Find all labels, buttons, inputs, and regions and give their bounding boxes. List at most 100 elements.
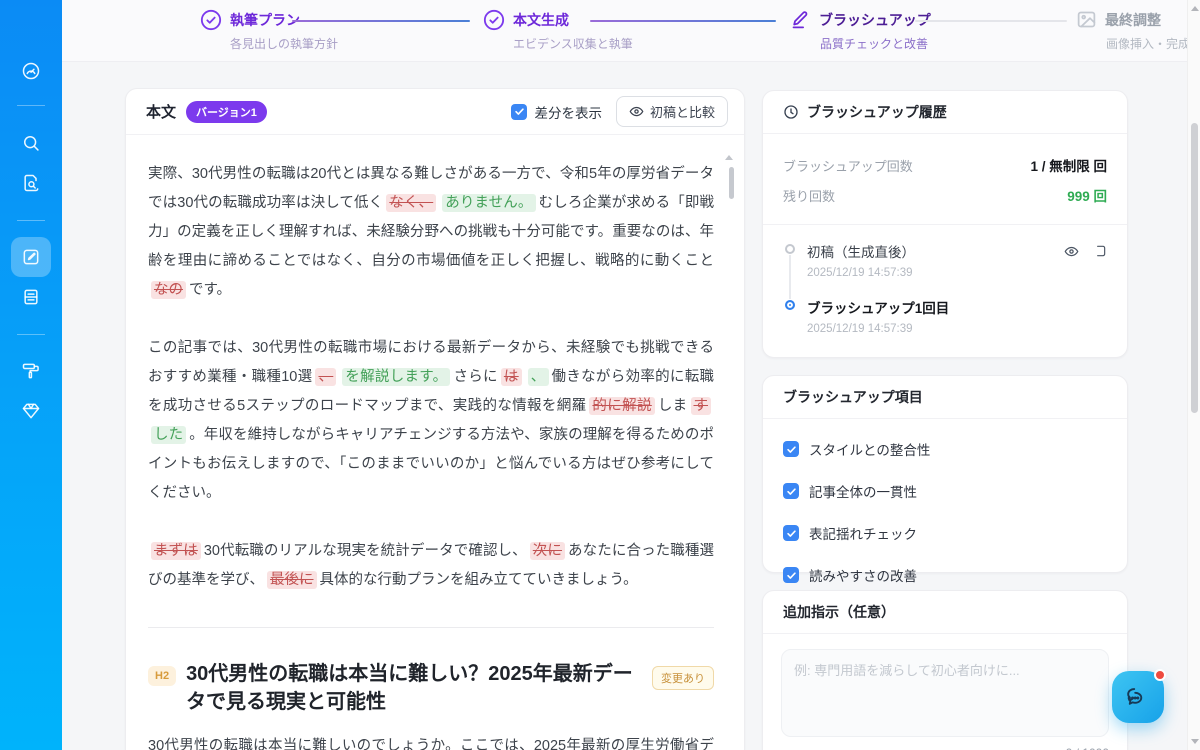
text-run: 具体的な行動プランを組み立てていきましょう。 bbox=[320, 572, 638, 588]
option-label: 読みやすさの改善 bbox=[809, 565, 917, 585]
diff-deletion: 、 bbox=[315, 368, 336, 386]
diff-insertion: ありません。 bbox=[442, 194, 535, 212]
option-notation-check[interactable]: 表記揺れチェック bbox=[783, 523, 1107, 543]
check-circle-icon bbox=[483, 9, 505, 31]
sidebar-item-paint-roller[interactable] bbox=[11, 351, 51, 391]
option-article-coherence[interactable]: 記事全体の一貫性 bbox=[783, 481, 1107, 501]
dashboard-icon bbox=[21, 61, 41, 81]
eye-icon bbox=[629, 104, 644, 119]
checkbox-checked-icon[interactable] bbox=[783, 567, 799, 583]
sidebar bbox=[0, 0, 62, 750]
text-run: しま bbox=[658, 398, 688, 414]
timeline-item-first-draft[interactable]: 初稿（生成直後） 2025/12/19 14:57:39 bbox=[785, 241, 1107, 279]
checkbox-checked-icon[interactable] bbox=[783, 483, 799, 499]
editor-card: 本文 バージョン1 差分を表示 初稿と比較 実際、30代男性の転職は20代とは異… bbox=[125, 88, 745, 750]
notification-dot bbox=[1154, 669, 1166, 681]
restore-version-icon[interactable] bbox=[1093, 244, 1107, 259]
editor-body: 実際、30代男性の転職は20代とは異なる難しさがある一方で、令和5年の厚労省デー… bbox=[126, 135, 744, 750]
history-card-title: ブラッシュアップ履歴 bbox=[807, 102, 947, 122]
edit-icon bbox=[21, 247, 41, 267]
diff-deletion: は bbox=[501, 368, 522, 386]
diff-insertion: 、 bbox=[528, 368, 549, 386]
clock-icon bbox=[783, 104, 799, 120]
additional-instructions-card: 追加指示（任意） 0 / 1000 bbox=[762, 590, 1128, 750]
gem-icon bbox=[21, 401, 41, 421]
paragraph: この記事では、30代男性の転職市場における最新データから、未経験でも挑戦できるお… bbox=[148, 334, 714, 508]
timeline-item-label: 初稿（生成直後） bbox=[807, 241, 915, 261]
scroll-up-arrow-icon[interactable] bbox=[725, 155, 733, 160]
timeline-item-timestamp: 2025/12/19 14:57:39 bbox=[807, 323, 1107, 335]
step-connector bbox=[590, 20, 776, 22]
option-style-consistency[interactable]: スタイルとの整合性 bbox=[783, 439, 1107, 459]
timeline-dot bbox=[785, 244, 795, 254]
remaining-count-label: 残り回数 bbox=[783, 186, 835, 205]
diff-toggle[interactable]: 差分を表示 bbox=[511, 102, 602, 122]
sidebar-item-file-search[interactable] bbox=[11, 163, 51, 203]
file-search-icon bbox=[21, 173, 41, 193]
compare-first-draft-button[interactable]: 初稿と比較 bbox=[616, 96, 728, 127]
history-stats: ブラッシュアップ回数 1 / 無制限 回 残り回数 999 回 bbox=[763, 134, 1127, 225]
brushup-count-value: 1 / 無制限 回 bbox=[1030, 155, 1107, 175]
sidebar-item-editor[interactable] bbox=[11, 237, 51, 277]
page-scrollbar[interactable] bbox=[1187, 0, 1200, 750]
sidebar-item-gem[interactable] bbox=[11, 391, 51, 431]
check-circle-icon bbox=[200, 9, 222, 31]
sidebar-item-list[interactable] bbox=[11, 277, 51, 317]
diff-deletion: 次に bbox=[530, 542, 565, 560]
content-divider bbox=[148, 627, 714, 628]
timeline-item-timestamp: 2025/12/19 14:57:39 bbox=[807, 267, 1107, 279]
scrollbar-down-arrow-icon[interactable] bbox=[1191, 739, 1199, 744]
diff-insertion: を解説します。 bbox=[342, 368, 450, 386]
diff-deletion: 最後に bbox=[267, 571, 317, 589]
items-card-title: ブラッシュアップ項目 bbox=[783, 387, 923, 407]
checkbox-checked-icon[interactable] bbox=[511, 104, 527, 120]
additional-instructions-input[interactable] bbox=[781, 649, 1109, 737]
diff-toggle-label: 差分を表示 bbox=[534, 102, 602, 122]
char-counter: 0 / 1000 bbox=[763, 742, 1127, 750]
paragraph: まずは30代転職のリアルな現実を統計データで確認し、次にあなたに合った職種選びの… bbox=[148, 537, 714, 595]
checkbox-checked-icon[interactable] bbox=[783, 525, 799, 541]
pen-line-icon bbox=[790, 9, 811, 30]
step-connector bbox=[915, 20, 1067, 22]
section-heading: H230代男性の転職は本当に難しい？2025年最新データで見る現実と可能性変更あ… bbox=[148, 660, 714, 716]
step-subtitle: 品質チェックと改善 bbox=[820, 35, 928, 52]
text-run: 30代転職のリアルな現実を統計データで確認し、 bbox=[204, 543, 527, 559]
diff-deletion: 的に解説 bbox=[589, 397, 654, 415]
scrollbar-up-arrow-icon[interactable] bbox=[1191, 6, 1199, 11]
editor-title: 本文 bbox=[146, 101, 176, 122]
chat-support-button[interactable] bbox=[1112, 671, 1164, 723]
text-run: です。 bbox=[189, 282, 231, 298]
diff-insertion: した bbox=[151, 426, 186, 444]
search-icon bbox=[21, 133, 41, 153]
step-title: 最終調整 bbox=[1105, 10, 1161, 30]
text-run: 。年収を維持しながらキャリアチェンジする方法や、家族の理解を得るためのポイントも… bbox=[148, 427, 714, 501]
diff-deletion: なの bbox=[151, 281, 186, 299]
sidebar-item-dashboard[interactable] bbox=[11, 51, 51, 91]
option-readability[interactable]: 読みやすさの改善 bbox=[783, 565, 1107, 585]
items-card-header: ブラッシュアップ項目 bbox=[763, 376, 1127, 419]
text-run: 30代男性の転職は本当に難しいのでしょうか。ここでは、2025年最新の厚生労働省… bbox=[148, 738, 714, 750]
text-run: さらに bbox=[453, 369, 497, 385]
changed-badge: 変更あり bbox=[652, 666, 714, 690]
page-scrollbar-thumb[interactable] bbox=[1191, 123, 1198, 413]
option-label: 表記揺れチェック bbox=[809, 523, 917, 543]
sidebar-item-search[interactable] bbox=[11, 123, 51, 163]
checkbox-checked-icon[interactable] bbox=[783, 441, 799, 457]
list-icon bbox=[21, 287, 41, 307]
step-title: 執筆プラン bbox=[230, 10, 300, 30]
step-subtitle: 画像挿入・完成 bbox=[1106, 35, 1190, 52]
paint-roller-icon bbox=[21, 361, 41, 381]
diff-deletion: なく、 bbox=[386, 194, 436, 212]
timeline-item-label: ブラッシュアップ1回目 bbox=[807, 297, 949, 317]
diff-deletion: す bbox=[691, 397, 712, 415]
editor-scrollbar-thumb[interactable] bbox=[729, 167, 734, 199]
progress-stepper: 執筆プラン 各見出しの執筆方針 本文生成 エビデンス収集と執筆 ブラッシュアップ… bbox=[62, 0, 1188, 62]
step-subtitle: エビデンス収集と執筆 bbox=[513, 35, 633, 52]
paragraph: 30代男性の転職は本当に難しいのでしょうか。ここでは、2025年最新の厚生労働省… bbox=[148, 732, 714, 750]
view-version-eye-icon[interactable] bbox=[1064, 244, 1079, 259]
paragraph: 実際、30代男性の転職は20代とは異なる難しさがある一方で、令和5年の厚労省デー… bbox=[148, 160, 714, 305]
chat-bubbles-icon bbox=[1123, 682, 1153, 712]
heading-level-badge: H2 bbox=[148, 666, 176, 686]
remaining-count-row: 残り回数 999 回 bbox=[783, 180, 1107, 210]
timeline-item-brushup-1[interactable]: ブラッシュアップ1回目 2025/12/19 14:57:39 bbox=[785, 297, 1107, 335]
